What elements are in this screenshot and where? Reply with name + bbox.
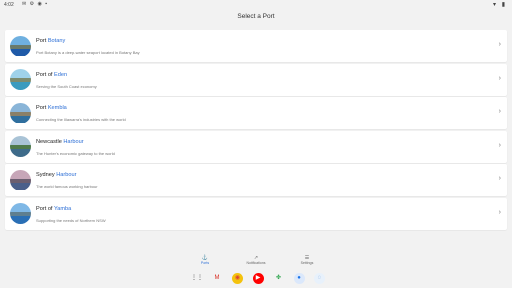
port-card[interactable]: Port of Eden Serving the South Coast econ… <box>5 63 507 96</box>
port-title-highlight: Eden <box>54 71 68 78</box>
port-title: Port Kembla <box>36 105 67 111</box>
youtube-icon[interactable]: ▶ <box>252 273 264 284</box>
port-title-prefix: Newcastle <box>36 138 64 145</box>
port-photo <box>10 35 31 57</box>
nav-settings[interactable]: ☰ Settings <box>287 255 327 265</box>
port-subtitle: Serving the South Coast economy <box>36 83 97 89</box>
port-subtitle: Supporting the needs of Northern NSW <box>36 217 106 223</box>
bottom-navigation: ⚓ Ports ↗ Notifications ☰ Settings <box>0 252 512 268</box>
chevron-right-icon: › <box>498 108 501 115</box>
nav-label: Settings <box>300 261 314 265</box>
port-title: Port Botany <box>36 38 65 44</box>
port-subtitle: The Hunter's economic gateway to the wor… <box>36 150 115 156</box>
messages-icon[interactable]: ● <box>293 273 305 284</box>
port-title: Port of Yamba <box>36 206 71 212</box>
port-title-prefix: Port of <box>36 205 54 212</box>
port-card[interactable]: Port Botany Port Botany is a deep-water s… <box>5 30 507 62</box>
nav-notifications[interactable]: ↗ Notifications <box>236 255 276 265</box>
app-icon[interactable]: ◌ <box>314 273 325 284</box>
port-subtitle: The world famous working harbour <box>36 184 98 189</box>
photos-icon[interactable]: ✤ <box>273 273 284 284</box>
nav-ports[interactable]: ⚓ Ports <box>185 255 225 265</box>
app-dock: ⋮⋮ M ◉ ▶ ✤ ● ◌ <box>0 268 512 288</box>
app-grid-icon[interactable]: ⋮⋮ <box>191 273 203 284</box>
port-card[interactable]: Newcastle Harbour The Hunter's economic g… <box>5 130 507 163</box>
chevron-right-icon: › <box>498 208 501 216</box>
port-title: Sydney Harbour <box>36 172 76 178</box>
port-title-prefix: Port <box>36 105 48 111</box>
system-icons: ▾ ▮ <box>493 2 507 8</box>
gmail-icon[interactable]: M <box>212 273 223 284</box>
port-photo <box>10 169 31 191</box>
chevron-right-icon: › <box>498 175 501 182</box>
port-title-highlight: Botany <box>47 38 66 44</box>
status-time: 4:02 <box>4 2 14 8</box>
chevron-right-icon: › <box>498 141 501 149</box>
port-subtitle: Port Botany is a deep-water seaport loca… <box>36 50 140 55</box>
port-photo <box>10 203 31 224</box>
port-list: Port Botany Port Botany is a deep-water s… <box>5 30 507 231</box>
port-photo <box>10 102 31 124</box>
port-title: Newcastle Harbour <box>36 139 84 145</box>
port-subtitle: Connecting the Illawarra's industries wi… <box>36 117 126 122</box>
port-title-highlight: Harbour <box>63 138 84 145</box>
port-photo <box>10 69 31 90</box>
chrome-icon[interactable]: ◉ <box>232 273 243 284</box>
nav-label: Notifications <box>246 261 266 265</box>
port-title-highlight: Yamba <box>53 205 72 212</box>
port-card[interactable]: Sydney Harbour The world famous working h… <box>5 164 507 196</box>
port-photo <box>10 136 31 157</box>
port-title-prefix: Port of <box>36 71 55 78</box>
nav-label: Ports <box>200 261 210 265</box>
port-title-highlight: Harbour <box>56 172 77 178</box>
port-title: Port of Eden <box>36 72 67 78</box>
port-card[interactable]: Port Kembla Connecting the Illawarra's in… <box>5 97 507 129</box>
port-card[interactable]: Port of Yamba Supporting the needs of Nor… <box>5 197 507 230</box>
chevron-right-icon: › <box>498 74 501 82</box>
notification-icons: ✉ ⚙ ◉ ▪ <box>22 1 48 7</box>
port-title-highlight: Kembla <box>47 105 67 111</box>
port-title-prefix: Port <box>36 38 48 44</box>
status-bar: 4:02 ✉ ⚙ ◉ ▪ ▾ ▮ <box>0 0 512 9</box>
port-title-prefix: Sydney <box>36 172 57 178</box>
page-title: Select a Port <box>237 13 275 20</box>
chevron-right-icon: › <box>498 41 501 48</box>
